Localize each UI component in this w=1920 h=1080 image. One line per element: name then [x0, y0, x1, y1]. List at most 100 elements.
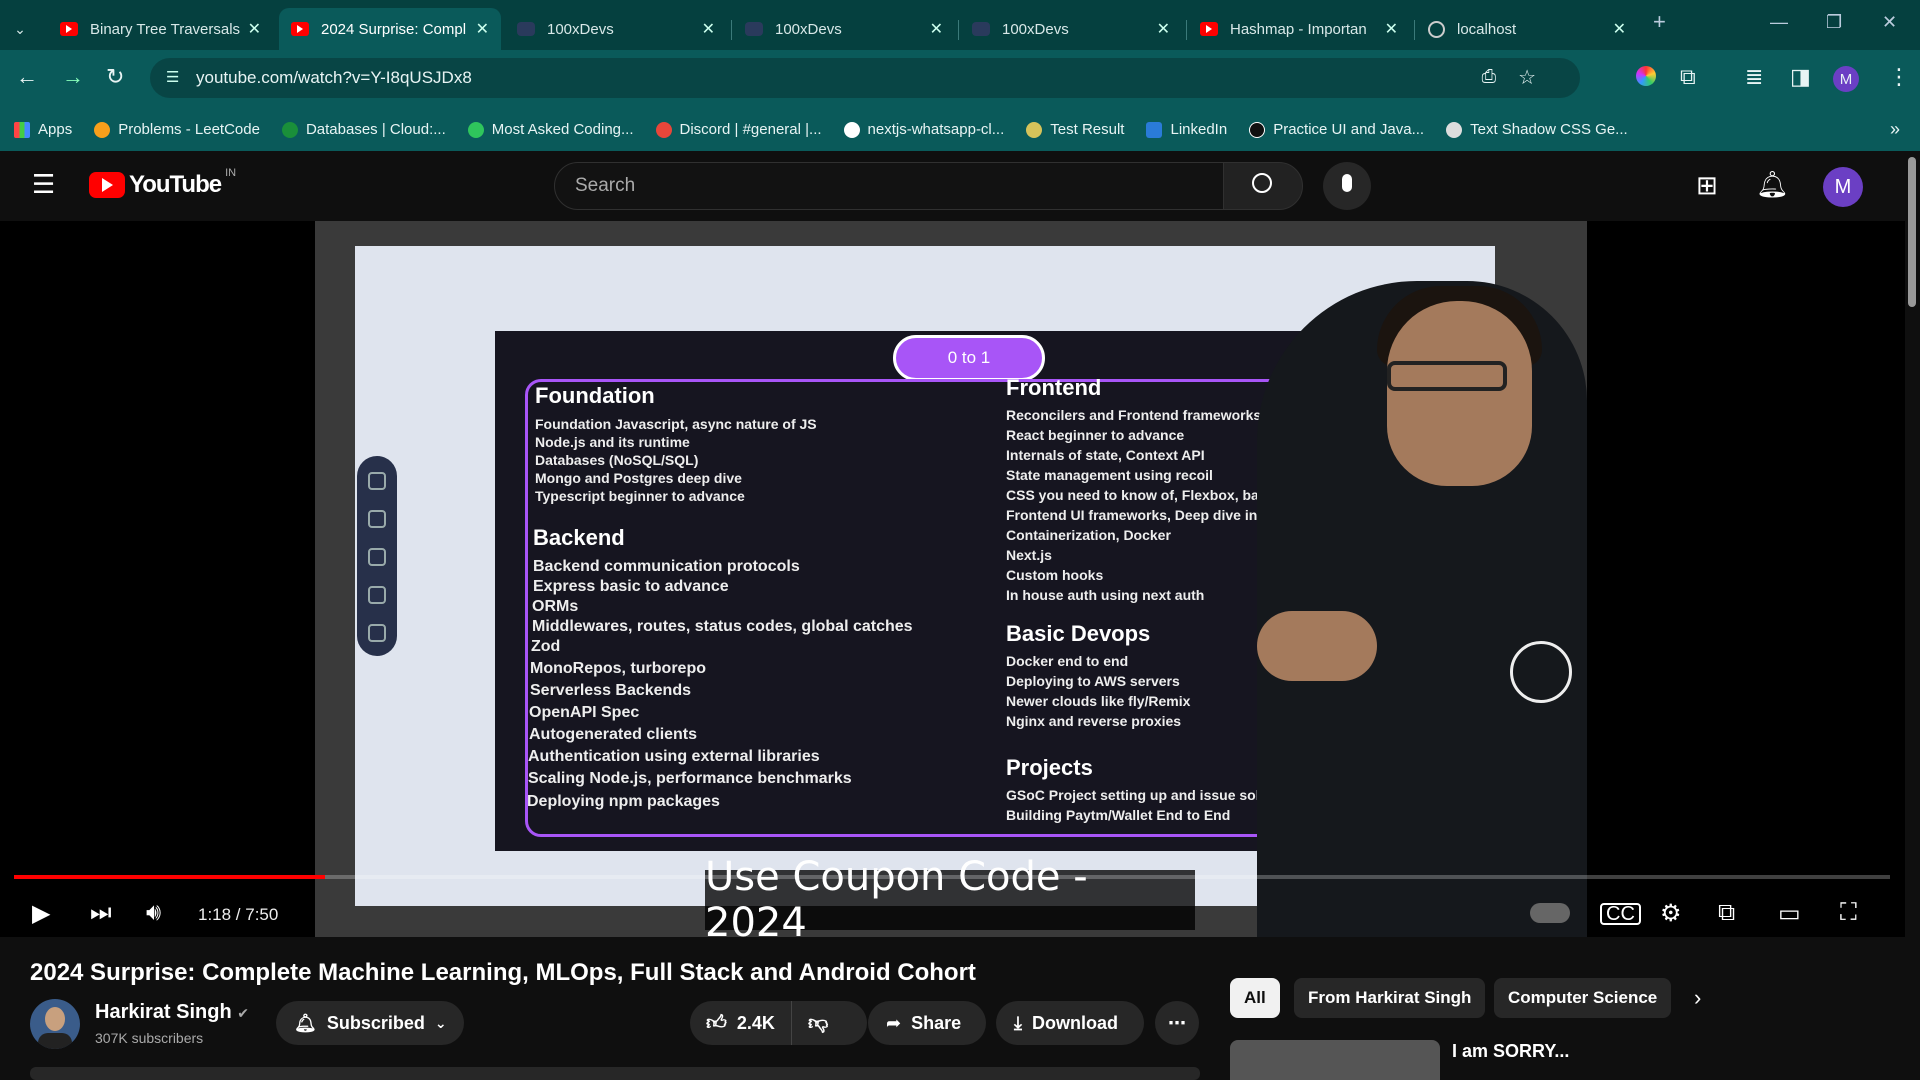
- close-icon[interactable]: ✕: [930, 19, 943, 39]
- profile-avatar[interactable]: M: [1833, 66, 1859, 92]
- reload-button[interactable]: ↻: [106, 64, 124, 90]
- tab-item[interactable]: Hashmap - Importan ✕: [1188, 8, 1410, 50]
- slide-line: Foundation Javascript, async nature of J…: [535, 416, 817, 432]
- youtube-logo[interactable]: YouTube IN: [89, 167, 236, 199]
- autoplay-toggle[interactable]: [1530, 903, 1570, 923]
- play-icon[interactable]: ▶: [32, 899, 50, 928]
- miniplayer-icon[interactable]: ⧉: [1718, 899, 1735, 927]
- 100xdevs-icon: [745, 22, 763, 36]
- bookmark-item[interactable]: Most Asked Coding...: [467, 121, 634, 138]
- extensions-icon[interactable]: ⧉: [1680, 64, 1696, 90]
- slide-line: GSoC Project setting up and issue solvin…: [1006, 787, 1289, 803]
- search-input[interactable]: Search: [554, 162, 1224, 210]
- fullscreen-icon[interactable]: ⛶: [1840, 899, 1857, 927]
- volume-icon[interactable]: 🔊︎: [146, 899, 161, 927]
- up-next-title[interactable]: I am SORRY...: [1452, 1041, 1569, 1062]
- search-button[interactable]: [1223, 162, 1303, 210]
- globe-icon: [1446, 121, 1463, 138]
- download-button[interactable]: ⤓ Download: [996, 1001, 1144, 1045]
- forward-button[interactable]: →: [62, 64, 84, 90]
- tab-divider: [731, 20, 732, 40]
- subscribed-button[interactable]: 🔔︎ Subscribed ⌄: [276, 1001, 464, 1045]
- tab-item[interactable]: Binary Tree Traversals ✕: [48, 8, 273, 50]
- bookmark-item[interactable]: Text Shadow CSS Ge...: [1446, 121, 1628, 138]
- chip-from-channel[interactable]: From Harkirat Singh: [1294, 978, 1486, 1018]
- back-button[interactable]: ←: [16, 64, 38, 90]
- close-icon[interactable]: ✕: [702, 19, 715, 39]
- site-settings-icon[interactable]: ☰: [166, 68, 186, 88]
- close-icon[interactable]: ✕: [1385, 19, 1398, 39]
- settings-gear-icon[interactable]: ⚙: [1660, 899, 1682, 928]
- chevron-right-icon[interactable]: ›: [1694, 985, 1701, 1011]
- slide-line: Databases (NoSQL/SQL): [535, 452, 699, 468]
- bookmark-item[interactable]: Problems - LeetCode: [94, 121, 260, 138]
- bookmark-item[interactable]: Databases | Cloud:...: [281, 121, 446, 138]
- create-video-icon[interactable]: ⊞: [1696, 170, 1718, 201]
- player-controls: ▶ ⏭ 🔊︎ 1:18 / 7:50 CC ⚙ ⧉ ▭ ⛶: [0, 891, 1905, 937]
- tab-search-button[interactable]: ⌄: [0, 8, 40, 50]
- bookmarks-overflow-icon[interactable]: »: [1890, 119, 1900, 140]
- page-scrollbar[interactable]: [1908, 157, 1916, 307]
- presenter-hand: [1257, 611, 1377, 681]
- media-control-icon[interactable]: ≣: [1745, 64, 1763, 90]
- video-player[interactable]: 0 to 1 Foundation Foundation Javascript,…: [0, 221, 1905, 946]
- bookmark-apps[interactable]: Apps: [14, 121, 72, 138]
- more-tool-icon: [368, 624, 386, 642]
- tab-item[interactable]: 100xDevs ✕: [733, 8, 955, 50]
- more-icon: ⋯: [1168, 1012, 1186, 1033]
- bookmark-label: Practice UI and Java...: [1273, 121, 1425, 138]
- side-panel-icon[interactable]: ◨: [1790, 64, 1811, 90]
- close-icon[interactable]: ✕: [248, 19, 261, 39]
- channel-avatar[interactable]: [30, 999, 80, 1049]
- close-icon[interactable]: ✕: [476, 19, 489, 39]
- youtube-header: ☰ YouTube IN Search ⊞ 🔔︎ M: [0, 151, 1920, 221]
- captions-icon[interactable]: CC: [1600, 903, 1641, 925]
- bookmark-item[interactable]: Discord | #general |...: [655, 121, 822, 138]
- tab-item[interactable]: 100xDevs ✕: [505, 8, 727, 50]
- share-button[interactable]: ➦ Share: [868, 1001, 986, 1045]
- bookmark-item[interactable]: Test Result: [1026, 121, 1124, 138]
- bookmark-item[interactable]: Practice UI and Java...: [1249, 121, 1424, 138]
- menu-kebab-icon[interactable]: ⋮: [1888, 64, 1910, 90]
- channel-name[interactable]: Harkirat Singh ✔: [95, 1001, 249, 1024]
- thumbs-down-icon: 👎︎: [807, 1012, 829, 1034]
- youtube-icon: [291, 22, 309, 36]
- hamburger-menu-icon[interactable]: ☰: [32, 171, 56, 197]
- up-next-thumbnail[interactable]: [1230, 1040, 1440, 1080]
- chip-computer-science[interactable]: Computer Science: [1494, 978, 1672, 1018]
- notifications-bell-icon[interactable]: 🔔︎: [1756, 169, 1789, 200]
- slide-line: Containerization, Docker: [1006, 527, 1171, 543]
- bookmark-item[interactable]: LinkedIn: [1146, 121, 1227, 138]
- mongodb-icon: [281, 121, 298, 138]
- download-label: Download: [1031, 1012, 1118, 1033]
- more-actions-button[interactable]: ⋯: [1155, 1001, 1199, 1045]
- minimize-button[interactable]: —: [1770, 12, 1788, 33]
- tab-item[interactable]: 100xDevs ✕: [960, 8, 1182, 50]
- restore-button[interactable]: ❐: [1826, 12, 1842, 33]
- address-bar[interactable]: ☰ youtube.com/watch?v=Y-I8qUSJDx8 ⎙ ☆: [150, 58, 1580, 98]
- tab-item-active[interactable]: 2024 Surprise: Compl ✕: [279, 8, 501, 50]
- install-app-icon[interactable]: ⎙: [1482, 66, 1496, 87]
- like-button[interactable]: 👍︎ 2.4K: [690, 1001, 792, 1045]
- color-extension-icon[interactable]: [1636, 66, 1656, 86]
- slide-line: Newer clouds like fly/Remix: [1006, 693, 1191, 709]
- voice-search-button[interactable]: [1323, 162, 1371, 210]
- theater-mode-icon[interactable]: ▭: [1778, 899, 1801, 928]
- close-icon[interactable]: ✕: [1157, 19, 1170, 39]
- progress-bar[interactable]: [14, 875, 1890, 879]
- chip-all[interactable]: All: [1230, 978, 1280, 1018]
- bookmark-label: Apps: [38, 121, 73, 138]
- url-text: youtube.com/watch?v=Y-I8qUSJDx8: [196, 68, 472, 87]
- dislike-button[interactable]: 👎︎: [792, 1011, 844, 1035]
- new-tab-button[interactable]: +: [1653, 9, 1666, 35]
- bookmark-item[interactable]: nextjs-whatsapp-cl...: [843, 121, 1004, 138]
- comments-section-edge: [30, 1067, 1200, 1080]
- slide-line: Backend communication protocols: [533, 558, 800, 575]
- close-window-button[interactable]: ✕: [1882, 12, 1897, 33]
- close-icon[interactable]: ✕: [1613, 19, 1626, 39]
- next-video-icon[interactable]: ⏭: [90, 899, 112, 927]
- logo-text: YouTube: [129, 171, 222, 198]
- account-avatar[interactable]: M: [1823, 167, 1863, 207]
- tab-item[interactable]: localhost ✕: [1416, 8, 1638, 50]
- bookmark-star-icon[interactable]: ☆: [1518, 65, 1536, 90]
